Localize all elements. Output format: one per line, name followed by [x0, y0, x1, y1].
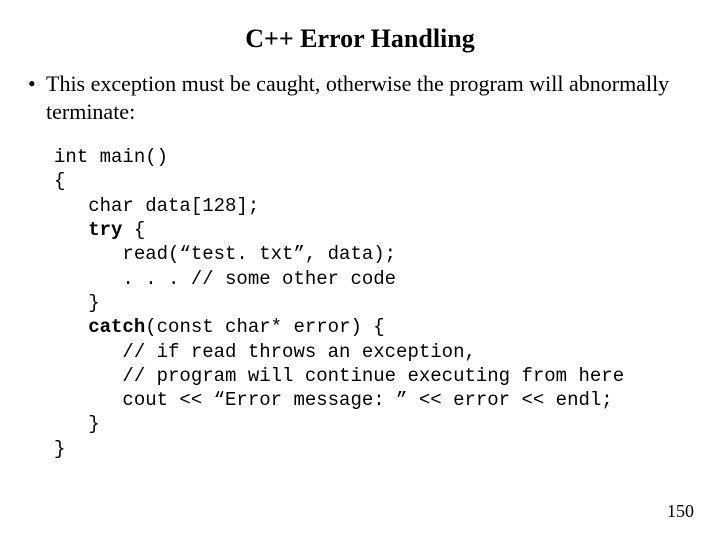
code-line: cout << “Error message: ” << error << en… [54, 389, 613, 411]
code-line: } [54, 438, 65, 460]
page-number: 150 [667, 501, 694, 522]
code-line: { [122, 219, 145, 241]
code-line: (const char* error) { [145, 316, 384, 338]
bullet-dot-icon: • [28, 70, 46, 98]
code-line: } [54, 413, 100, 435]
bullet-item: • This exception must be caught, otherwi… [28, 70, 692, 125]
slide: C++ Error Handling • This exception must… [0, 0, 720, 540]
code-keyword-try: try [88, 219, 122, 241]
code-keyword-catch: catch [88, 316, 145, 338]
code-line: // program will continue executing from … [54, 365, 624, 387]
code-line: int main() [54, 146, 168, 168]
code-line: { [54, 170, 65, 192]
code-block: int main() { char data[128]; try { read(… [54, 145, 692, 461]
code-line: } [54, 292, 100, 314]
code-line [54, 316, 88, 338]
code-line: // if read throws an exception, [54, 341, 476, 363]
code-line: char data[128]; [54, 195, 259, 217]
slide-title: C++ Error Handling [28, 24, 692, 54]
code-line [54, 219, 88, 241]
bullet-text: This exception must be caught, otherwise… [46, 70, 692, 125]
code-line: read(“test. txt”, data); [54, 243, 396, 265]
code-line: . . . // some other code [54, 268, 396, 290]
